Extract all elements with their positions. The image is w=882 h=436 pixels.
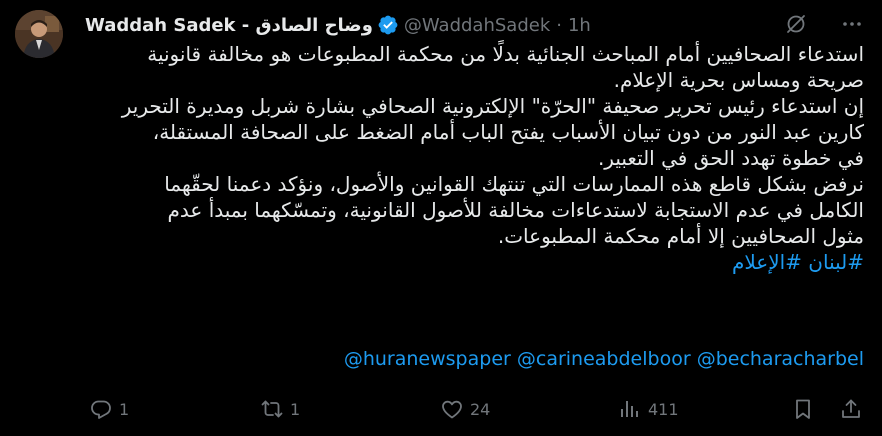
tweet-line: صريحة ومساس بحرية الإعلام. xyxy=(613,68,864,92)
reply-icon xyxy=(89,397,113,421)
bookmark-button[interactable] xyxy=(791,397,815,421)
mention-link[interactable]: @huranewspaper xyxy=(344,348,511,370)
timestamp[interactable]: 1h xyxy=(568,15,591,36)
mention-link[interactable]: @carineabdelboor xyxy=(517,348,691,370)
tweet-line: في خطوة تهدد الحق في التعبير. xyxy=(597,146,864,170)
tweet-line: استدعاء الصحافيين أمام المباحث الجنائية … xyxy=(147,42,864,66)
mentions: @huranewspaper @carineabdelboor @bechara… xyxy=(344,348,864,370)
tweet-text: استدعاء الصحافيين أمام المباحث الجنائية … xyxy=(84,41,864,275)
tweet-line: مثول الصحافيين إلا أمام محكمة المطبوعات. xyxy=(497,224,864,248)
repost-button[interactable]: 1 xyxy=(260,397,300,421)
tweet-line: كارين عبد النور من دون تبيان الأسباب يفت… xyxy=(152,120,864,144)
views-count: 411 xyxy=(648,399,679,419)
share-icon xyxy=(839,397,863,421)
tweet-line: الكامل في عدم الاستجابة لاستدعاءات مخالف… xyxy=(167,198,864,222)
action-bar: 1 1 24 411 xyxy=(85,396,864,422)
tweet-header: Waddah Sadek - وضاح الصادق @WaddahSadek … xyxy=(85,12,591,38)
repost-icon xyxy=(260,397,284,421)
hashtag-link[interactable]: #الإعلام xyxy=(732,250,802,274)
author-display-name[interactable]: Waddah Sadek - وضاح الصادق xyxy=(85,15,373,36)
verified-badge-icon xyxy=(377,14,399,36)
like-button[interactable]: 24 xyxy=(440,397,490,421)
hashtag-link[interactable]: #لبنان xyxy=(808,250,864,274)
grok-icon[interactable] xyxy=(784,12,808,36)
share-button[interactable] xyxy=(839,397,863,421)
reply-button[interactable]: 1 xyxy=(89,397,129,421)
mention-link[interactable]: @becharacharbel xyxy=(697,348,864,370)
hashtags: #لبنان #الإعلام xyxy=(84,249,864,275)
views-icon xyxy=(618,397,642,421)
repost-count: 1 xyxy=(290,399,301,419)
reply-count: 1 xyxy=(119,399,130,419)
tweet-line: نرفض بشكل قاطع هذه الممارسات التي تنتهك … xyxy=(164,172,864,196)
tweet-line: إن استدعاء رئيس تحرير صحيفة "الحرّة" الإ… xyxy=(121,94,864,118)
author-handle[interactable]: @WaddahSadek xyxy=(404,15,550,36)
more-icon[interactable] xyxy=(840,12,864,36)
like-count: 24 xyxy=(470,399,491,419)
separator-dot: · xyxy=(556,14,562,36)
top-actions xyxy=(784,12,864,36)
heart-icon xyxy=(440,397,464,421)
avatar[interactable] xyxy=(15,10,63,58)
bookmark-icon xyxy=(791,397,815,421)
views-button[interactable]: 411 xyxy=(618,397,679,421)
